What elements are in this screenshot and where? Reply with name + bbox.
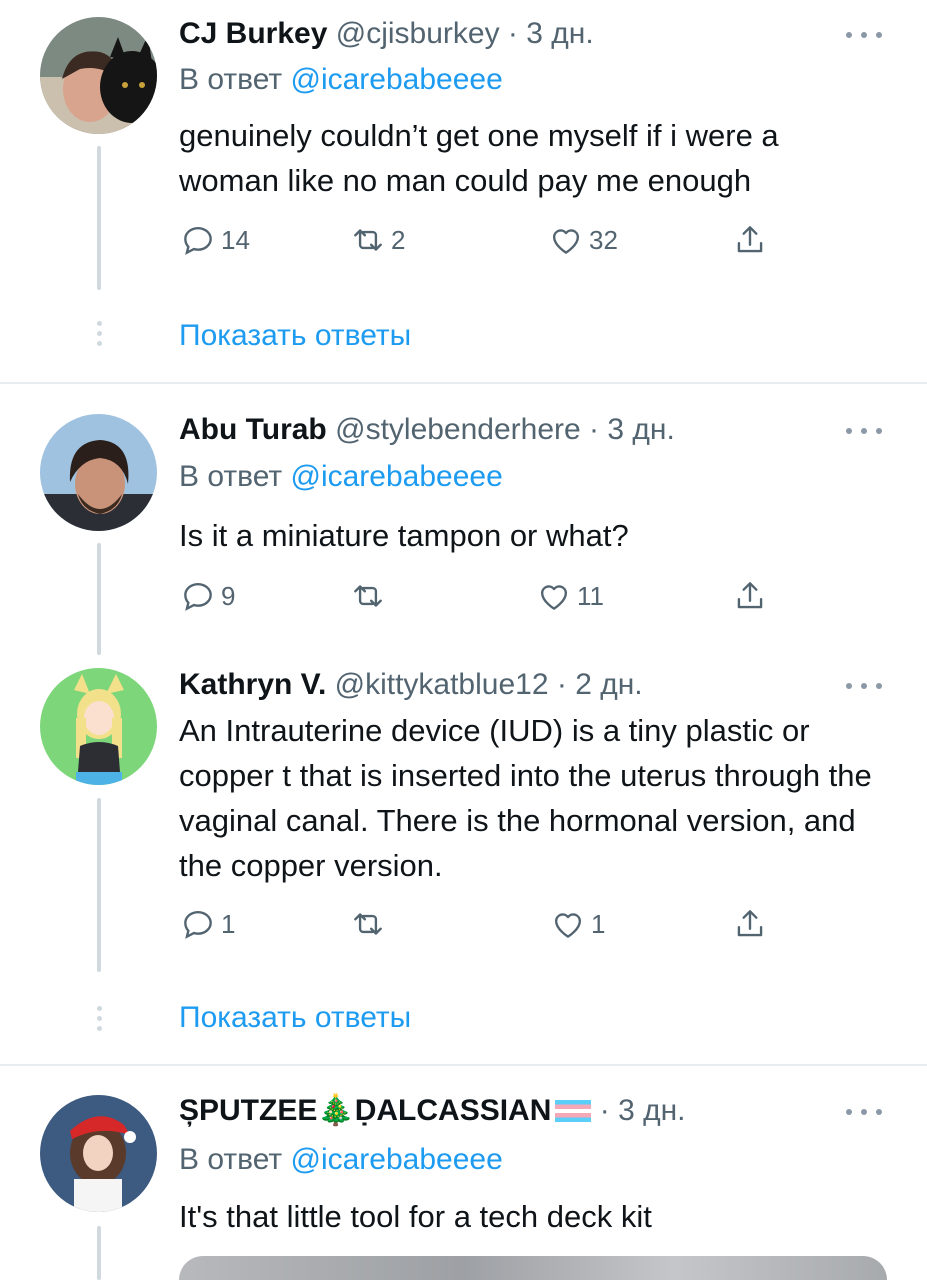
share-icon (737, 582, 763, 609)
tweet-actions: 9 11 (179, 576, 779, 616)
more-icon[interactable] (846, 28, 882, 42)
tweet-text: An Intrauterine device (IUD) is a tiny p… (179, 713, 872, 883)
share-button[interactable] (731, 904, 769, 944)
tweet-header: ȘPUTZEE🎄ḌALCASSIAN · 3 дн. (179, 1093, 686, 1129)
avatar-abu-turab[interactable] (40, 414, 157, 531)
share-icon (737, 910, 763, 937)
like-count: 32 (589, 224, 618, 255)
reply-to-line: В ответ @icarebabeeee (179, 459, 503, 495)
author-name[interactable]: Abu Turab (179, 413, 327, 446)
share-icon (737, 226, 763, 253)
timestamp[interactable]: 3 дн. (607, 413, 674, 446)
tweet-actions: 14 2 32 (179, 220, 779, 260)
retweet-icon (354, 913, 382, 935)
tweet-text: genuinely couldn’t get one myself if i w… (179, 118, 779, 198)
like-icon (552, 229, 580, 254)
retweet-button[interactable]: 2 (349, 220, 405, 260)
thread-line (97, 798, 101, 972)
avatar-kathryn-v[interactable] (40, 668, 157, 785)
more-icon[interactable] (846, 1105, 882, 1119)
retweet-button[interactable] (349, 904, 391, 944)
tweet-text: Is it a miniature tampon or what? (179, 518, 629, 553)
reply-to-mention[interactable]: @icarebabeeee (290, 63, 502, 96)
reply-to-prefix: В ответ (179, 1143, 291, 1176)
author-name-part1[interactable]: ȘPUTZEE (179, 1094, 317, 1127)
more-icon[interactable] (846, 679, 882, 693)
reply-to-mention[interactable]: @icarebabeeee (290, 1143, 502, 1176)
show-replies-link[interactable]: Показать ответы (179, 1000, 411, 1036)
share-button[interactable] (731, 220, 769, 260)
timestamp[interactable]: 2 дн. (575, 668, 642, 701)
reply-to-line: В ответ @icarebabeeee (179, 62, 503, 98)
author-name[interactable]: Kathryn V. (179, 668, 326, 701)
tweet-header: CJ Burkey @cjisburkey · 3 дн. (179, 16, 594, 52)
tweet-header: Kathryn V. @kittykatblue12 · 2 дн. (179, 667, 643, 703)
retweet-icon (354, 229, 382, 251)
show-replies-link[interactable]: Показать ответы (179, 318, 411, 354)
separator: · (548, 668, 576, 701)
more-icon[interactable] (846, 424, 882, 438)
avatar-cj-burkey[interactable] (40, 17, 157, 134)
like-button[interactable]: 11 (535, 576, 604, 616)
reply-count: 14 (221, 224, 250, 255)
thread-dots (93, 321, 105, 346)
like-icon (540, 585, 568, 610)
like-count: 1 (591, 908, 606, 939)
like-count: 11 (577, 580, 604, 611)
retweet-icon (354, 585, 382, 607)
divider (0, 382, 927, 384)
separator: · (499, 17, 527, 50)
share-button[interactable] (731, 576, 769, 616)
tweet-header: Abu Turab @stylebenderhere · 3 дн. (179, 412, 675, 448)
reply-button[interactable]: 9 (179, 576, 235, 616)
separator: · (580, 413, 608, 446)
timestamp[interactable]: 3 дн. (526, 17, 593, 50)
reply-count: 1 (221, 908, 236, 939)
media-preview[interactable] (179, 1256, 887, 1280)
reply-to-line: В ответ @icarebabeeee (179, 1142, 503, 1178)
reply-icon (184, 226, 212, 255)
reply-icon (184, 910, 212, 939)
like-button[interactable]: 1 (549, 904, 605, 944)
reply-to-mention[interactable]: @icarebabeeee (290, 460, 502, 493)
reply-icon (184, 582, 212, 611)
author-handle[interactable]: @cjisburkey (336, 17, 500, 50)
reply-to-prefix: В ответ (179, 460, 291, 493)
author-name-part2[interactable]: ḌALCASSIAN (355, 1094, 552, 1127)
thread-line (97, 543, 101, 655)
trans-flag-icon (555, 1100, 592, 1122)
thread-line (97, 1226, 101, 1280)
reply-button[interactable]: 14 (179, 220, 250, 260)
divider (0, 1064, 927, 1066)
thread-line (97, 146, 101, 290)
reply-to-prefix: В ответ (179, 63, 291, 96)
avatar-sputzee-dalcassian[interactable] (40, 1095, 157, 1212)
retweet-count: 2 (391, 224, 406, 255)
thread-dots (93, 1006, 105, 1031)
like-button[interactable]: 32 (547, 220, 618, 260)
like-icon (554, 913, 582, 938)
author-name[interactable]: CJ Burkey (179, 17, 327, 50)
christmas-tree-icon: 🎄 (317, 1094, 355, 1127)
reply-button[interactable]: 1 (179, 904, 235, 944)
tweet-text: It's that little tool for a tech deck ki… (179, 1199, 652, 1234)
separator: · (591, 1094, 619, 1127)
timestamp[interactable]: 3 дн. (618, 1094, 685, 1127)
retweet-button[interactable] (349, 576, 391, 616)
author-handle[interactable]: @stylebenderhere (335, 413, 581, 446)
tweet-actions: 1 1 (179, 904, 779, 944)
author-handle[interactable]: @kittykatblue12 (335, 668, 549, 701)
reply-count: 9 (221, 580, 236, 611)
